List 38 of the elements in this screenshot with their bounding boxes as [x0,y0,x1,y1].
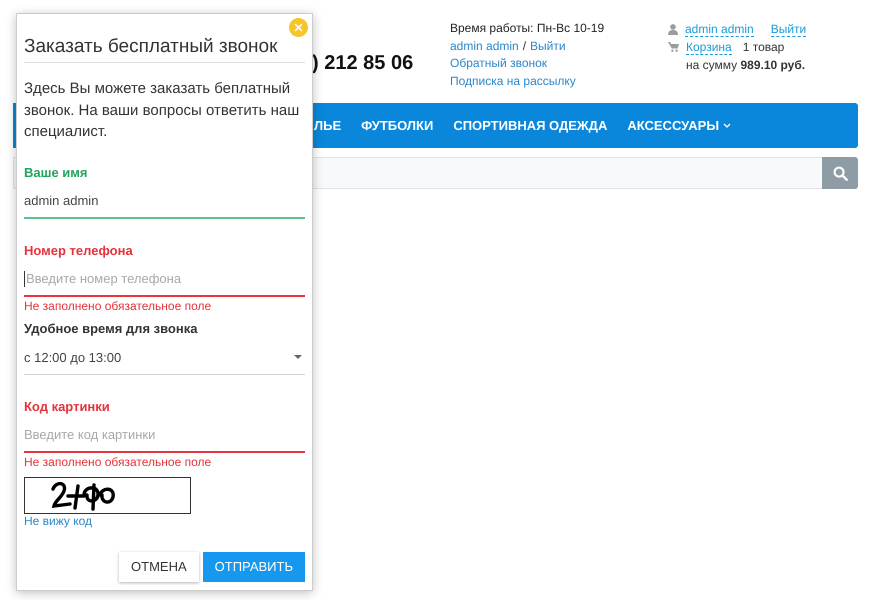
dialog-button[interactable]: ОТПРАВИТЬ [202,552,305,582]
user-link[interactable]: admin admin [685,22,754,36]
cart-link[interactable]: Корзина [686,40,732,54]
error-message: Не заполнено обязательное поле [24,454,212,468]
header-link[interactable]: Подписка на рассылку [450,74,576,88]
field-label: Код картинки [24,398,110,414]
nav-item[interactable]: ЛЬЕ [314,118,342,133]
dialog-button[interactable]: ОТМЕНА [119,552,199,582]
chevron-down-icon [723,123,732,128]
search-button[interactable] [822,157,858,189]
cart-count: 1 товар [742,40,784,54]
header-link[interactable]: Выйти [530,38,566,53]
user-icon [668,24,678,34]
header-link[interactable]: Обратный звонок [450,56,548,70]
nav-item[interactable]: АКСЕССУАРЫ [627,118,732,133]
field-label: Удобное время для звонка [24,320,198,336]
nav-item[interactable]: ФУТБОЛКИ [361,118,434,133]
caret-down-icon [294,355,302,359]
working-hours: Время работы: Пн-Вс 10-19 [450,21,604,35]
field-label: Ваше имя [24,164,88,180]
select-field[interactable]: с 12:00 до 13:00 [24,340,305,374]
field-label: Номер телефона [24,242,133,258]
logout-link[interactable]: Выйти [770,22,806,36]
cart-icon [668,42,679,52]
captcha-refresh-link[interactable]: Не вижу код [24,514,92,528]
close-icon[interactable] [289,18,308,37]
input-field[interactable]: Введите номер телефона [24,262,305,296]
input-field[interactable]: Введите код картинки [24,418,305,452]
modal-title: Заказать бесплатный звонок [24,36,278,57]
input-field[interactable]: admin admin [24,184,305,218]
separator-text: / [522,38,526,53]
header-link[interactable]: admin admin [450,38,519,53]
search-icon [832,166,848,180]
phone-number: ) 212 85 06 [312,52,414,74]
error-message: Не заполнено обязательное поле [24,298,212,312]
nav-item[interactable]: СПОРТИВНАЯ ОДЕЖДА [453,118,608,133]
modal-description: Здесь Вы можете заказать беплатный звонок. На ваши вопросы ответить наш специалист. [24,79,300,142]
cart-total: на сумму 989.10 руб. [686,58,806,72]
